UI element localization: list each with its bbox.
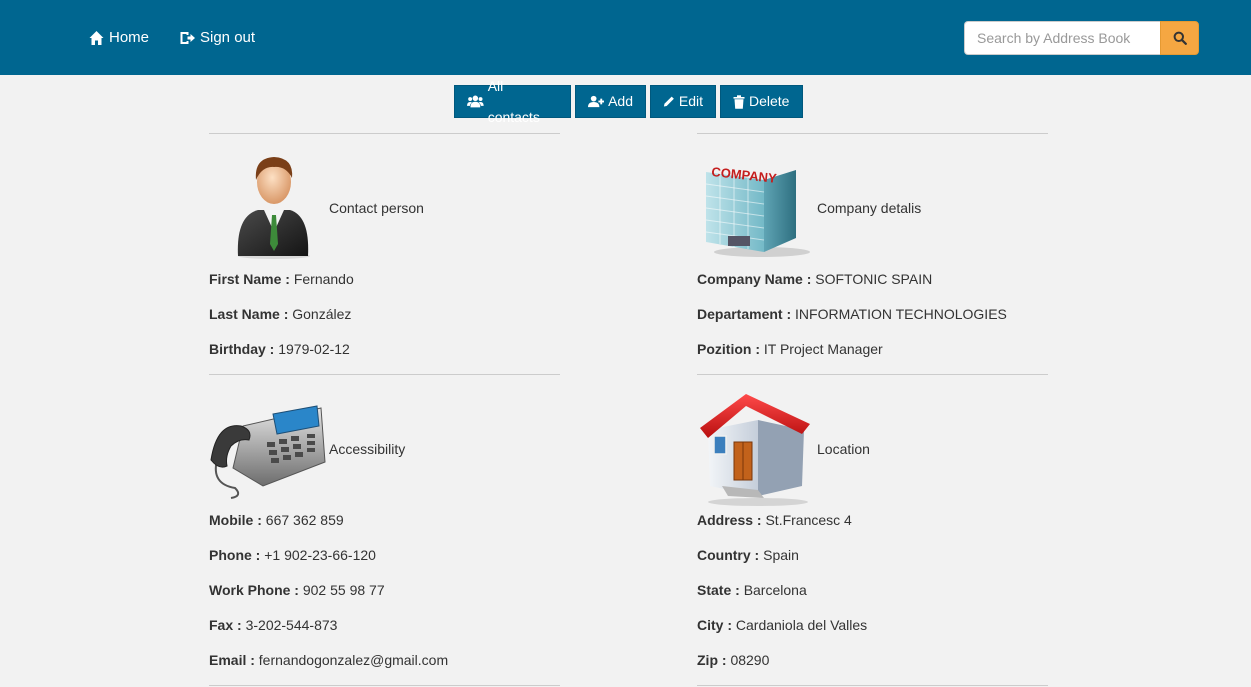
mobile-value: 667 362 859 (265, 512, 344, 528)
add-label: Add (608, 93, 633, 109)
work-phone-field: Work Phone : 902 55 98 77 (209, 582, 385, 598)
search-icon (1173, 31, 1187, 45)
first-name-value: Fernando (293, 271, 354, 287)
company-section-title: Company detalis (817, 200, 922, 216)
state-label: State : (697, 582, 740, 598)
country-value: Spain (763, 547, 799, 563)
delete-label: Delete (749, 93, 790, 109)
phone-field: Phone : +1 902-23-66-120 (209, 547, 376, 563)
mobile-label: Mobile : (209, 512, 262, 528)
signout-link[interactable]: Sign out (179, 27, 255, 49)
signout-label: Sign out (200, 29, 256, 46)
mobile-field: Mobile : 667 362 859 (209, 512, 344, 528)
divider (697, 133, 1048, 134)
company-name-label: Company Name : (697, 271, 812, 287)
zip-value: 08290 (730, 652, 770, 668)
phone-value: +1 902-23-66-120 (264, 547, 376, 563)
position-field: Pozition : IT Project Manager (697, 341, 883, 357)
house-picture (700, 394, 810, 506)
home-label: Home (109, 29, 150, 46)
search-input[interactable] (964, 21, 1160, 55)
company-building-picture: COMPANY (705, 164, 810, 257)
phone-label: Phone : (209, 547, 261, 563)
pencil-icon (663, 96, 674, 107)
divider (209, 685, 560, 686)
all-contacts-button[interactable]: All contacts (454, 78, 571, 125)
accessibility-section-title: Accessibility (329, 441, 406, 457)
last-name-value: González (292, 306, 352, 322)
home-link[interactable]: Home (88, 27, 149, 49)
birthday-field: Birthday : 1979-02-12 (209, 341, 350, 357)
last-name-label: Last Name : (209, 306, 289, 322)
country-field: Country : Spain (697, 547, 799, 563)
email-value: fernandogonzalez@gmail.com (258, 652, 449, 668)
contact-section-title: Contact person (329, 200, 424, 216)
top-navbar: Home Sign out (0, 0, 1251, 75)
fax-value: 3-202-544-873 (245, 617, 338, 633)
location-section-title: Location (817, 441, 870, 457)
work-phone-value: 902 55 98 77 (302, 582, 385, 598)
fax-label: Fax : (209, 617, 242, 633)
first-name-field: First Name : Fernando (209, 271, 354, 287)
search-group (964, 21, 1199, 55)
work-phone-label: Work Phone : (209, 582, 299, 598)
first-name-label: First Name : (209, 271, 290, 287)
email-field: Email : fernandogonzalez@gmail.com (209, 652, 448, 668)
users-icon (467, 95, 484, 108)
last-name-field: Last Name : González (209, 306, 351, 322)
person-picture (237, 157, 310, 259)
department-field: Departament : INFORMATION TECHNOLOGIES (697, 306, 1007, 322)
add-button[interactable]: Add (575, 85, 646, 118)
zip-field: Zip : 08290 (697, 652, 769, 668)
trash-icon (733, 94, 745, 109)
company-name-value: SOFTONIC SPAIN (815, 271, 933, 287)
position-label: Pozition : (697, 341, 760, 357)
divider (209, 133, 560, 134)
address-field: Address : St.Francesc 4 (697, 512, 852, 528)
edit-button[interactable]: Edit (650, 85, 716, 118)
state-value: Barcelona (743, 582, 807, 598)
zip-label: Zip : (697, 652, 727, 668)
home-icon (89, 31, 104, 45)
edit-label: Edit (678, 93, 703, 109)
delete-button[interactable]: Delete (720, 85, 803, 118)
city-field: City : Cardaniola del Valles (697, 617, 867, 633)
telephone-picture (210, 405, 326, 499)
divider (697, 374, 1048, 375)
company-name-field: Company Name : SOFTONIC SPAIN (697, 271, 932, 287)
department-value: INFORMATION TECHNOLOGIES (795, 306, 1007, 322)
fax-field: Fax : 3-202-544-873 (209, 617, 337, 633)
country-label: Country : (697, 547, 760, 563)
add-user-icon (588, 95, 605, 108)
birthday-value: 1979-02-12 (278, 341, 350, 357)
search-button[interactable] (1160, 21, 1199, 55)
email-label: Email : (209, 652, 255, 668)
sign-out-icon (180, 32, 195, 44)
divider (209, 374, 560, 375)
position-value: IT Project Manager (763, 341, 883, 357)
divider (697, 685, 1048, 686)
state-field: State : Barcelona (697, 582, 807, 598)
birthday-label: Birthday : (209, 341, 275, 357)
city-value: Cardaniola del Valles (735, 617, 868, 633)
all-contacts-label: All contacts (487, 77, 540, 125)
department-label: Departament : (697, 306, 792, 322)
address-value: St.Francesc 4 (765, 512, 852, 528)
city-label: City : (697, 617, 732, 633)
address-label: Address : (697, 512, 762, 528)
